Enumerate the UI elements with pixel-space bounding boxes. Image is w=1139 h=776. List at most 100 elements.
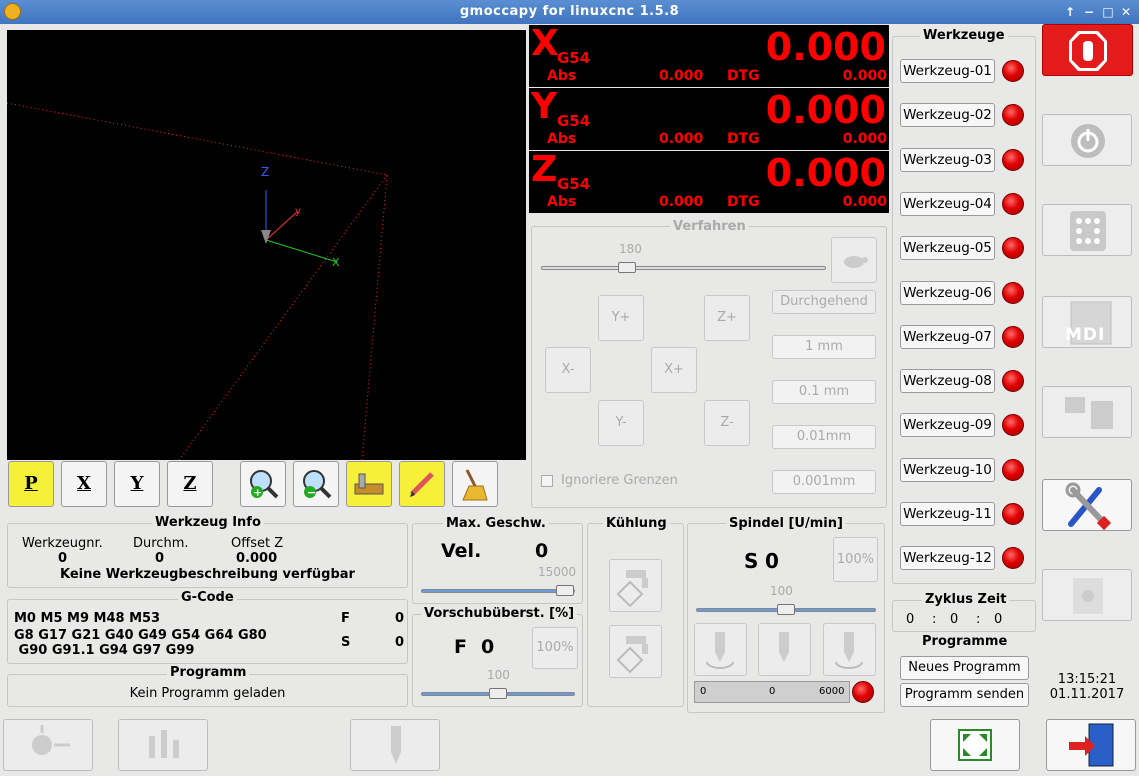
- user-tabs-icon: [1073, 578, 1103, 614]
- x-axis-line: [265, 239, 338, 263]
- cycle-title: Zyklus Zeit: [922, 592, 1010, 607]
- jog-z-plus-button[interactable]: Z+: [704, 295, 750, 341]
- dro-z[interactable]: Z G54 0.000 Abs 0.000 DTG 0.000: [529, 149, 889, 213]
- tool-button[interactable]: Werkzeug-09: [900, 413, 995, 438]
- increment-continuous[interactable]: Durchgehend: [772, 290, 876, 314]
- tool-change-button[interactable]: [350, 719, 440, 771]
- settings-button[interactable]: [1042, 479, 1132, 531]
- dro-coord-system: G54: [557, 112, 591, 130]
- tool-status-led: [1002, 325, 1024, 348]
- max-velocity-slider[interactable]: [421, 589, 575, 593]
- spindle-override-handle[interactable]: [777, 604, 795, 615]
- dro-dtg-label: DTG: [727, 68, 760, 84]
- spindle-scale-value: 100: [770, 584, 793, 598]
- jog-title: Verfahren: [670, 219, 749, 234]
- jog-z-minus-button[interactable]: Z-: [704, 400, 750, 446]
- tool-change-icon: [391, 726, 401, 764]
- spindle-at-speed-led: [852, 681, 874, 703]
- jog-x-minus-button[interactable]: X-: [545, 347, 591, 393]
- spindle-cw-button[interactable]: [823, 623, 876, 676]
- jog-x-plus-button[interactable]: X+: [651, 347, 697, 393]
- increment-0-001mm[interactable]: 0.001mm: [772, 470, 876, 494]
- tool-button[interactable]: Werkzeug-05: [900, 236, 995, 261]
- tool-status-led: [1002, 192, 1024, 215]
- close-icon[interactable]: ✕: [1119, 5, 1133, 19]
- view-x-icon: X: [77, 473, 91, 494]
- increment-0-01mm[interactable]: 0.01mm: [772, 425, 876, 449]
- increment-0-1mm[interactable]: 0.1 mm: [772, 380, 876, 404]
- feed-override-handle[interactable]: [489, 688, 507, 699]
- dimensions-button[interactable]: [346, 461, 392, 507]
- minimize-icon[interactable]: −: [1082, 5, 1096, 19]
- dro-axis-label: Z: [531, 149, 558, 190]
- view-p-button[interactable]: P: [8, 461, 54, 507]
- feed-override-title: Vorschubüberst. [%]: [421, 606, 578, 621]
- view-x-button[interactable]: X: [61, 461, 107, 507]
- tool-button[interactable]: Werkzeug-02: [900, 103, 995, 128]
- dro-abs-value: 0.000: [659, 68, 704, 84]
- spindle-speed-bar: 0 0 6000: [694, 681, 850, 703]
- program-title: Programm: [167, 665, 250, 680]
- tool-button[interactable]: Werkzeug-12: [900, 546, 995, 571]
- maximize-icon[interactable]: □: [1101, 5, 1115, 19]
- edit-pencil-icon: [410, 472, 434, 497]
- flood-button[interactable]: [609, 559, 662, 612]
- clear-button[interactable]: [452, 461, 498, 507]
- svg-text:+: +: [253, 486, 262, 499]
- tool-measure-button[interactable]: [118, 719, 208, 771]
- spindle-reset-button[interactable]: 100%: [833, 537, 878, 582]
- dro-y[interactable]: Y G54 0.000 Abs 0.000 DTG 0.000: [529, 86, 889, 150]
- zoom-out-button[interactable]: −: [293, 461, 339, 507]
- max-velocity-handle[interactable]: [555, 585, 574, 596]
- tool-button[interactable]: Werkzeug-01: [900, 59, 995, 83]
- manual-mode-button[interactable]: [1042, 204, 1132, 256]
- increment-1mm[interactable]: 1 mm: [772, 335, 876, 359]
- spindle-bar-min: 0: [700, 686, 707, 697]
- jog-y-minus-button[interactable]: Y-: [598, 400, 644, 446]
- mdi-mode-button[interactable]: MDI: [1042, 296, 1132, 348]
- tool-button[interactable]: Werkzeug-04: [900, 191, 995, 216]
- dro-x[interactable]: X G54 0.000 Abs 0.000 DTG 0.000: [529, 23, 889, 87]
- user-tabs-button[interactable]: [1042, 569, 1132, 621]
- exit-button[interactable]: [1046, 719, 1136, 771]
- view-y-button[interactable]: Y: [114, 461, 160, 507]
- tool-dia-value: 0: [155, 551, 165, 566]
- clock-time: 13:15:21: [1057, 672, 1117, 687]
- ignore-limits-checkbox[interactable]: [541, 475, 553, 487]
- spindle-ccw-button[interactable]: [694, 623, 747, 676]
- jog-speed-slider[interactable]: [541, 266, 826, 270]
- view-z-button[interactable]: Z: [167, 461, 213, 507]
- tool-button[interactable]: Werkzeug-07: [900, 324, 995, 349]
- dro-value: 0.000: [765, 88, 886, 132]
- tool-nr-label: Werkzeugnr.: [22, 536, 103, 551]
- zoom-in-button[interactable]: +: [240, 461, 286, 507]
- tool-offset-label: Offset Z: [231, 536, 284, 551]
- keep-above-icon[interactable]: ↑: [1063, 5, 1077, 19]
- jog-speed-value: 180: [619, 242, 642, 256]
- estop-button[interactable]: [1042, 24, 1133, 76]
- spindle-stop-button[interactable]: [758, 623, 811, 676]
- tool-button[interactable]: Werkzeug-06: [900, 280, 995, 305]
- touch-off-button[interactable]: [3, 719, 93, 771]
- tool-button[interactable]: Werkzeug-03: [900, 147, 995, 172]
- view-z-icon: Z: [183, 473, 197, 494]
- tool-button[interactable]: Werkzeug-10: [900, 457, 995, 482]
- tool-button[interactable]: Werkzeug-08: [900, 369, 995, 394]
- power-button[interactable]: [1042, 114, 1132, 166]
- send-program-button[interactable]: Programm senden: [900, 683, 1029, 707]
- feed-reset-button[interactable]: 100%: [532, 627, 578, 669]
- coolant-title: Kühlung: [603, 516, 670, 531]
- edit-button[interactable]: [399, 461, 445, 507]
- flood-coolant-icon: [616, 570, 648, 608]
- new-program-button[interactable]: Neues Programm: [900, 656, 1029, 680]
- gcode-preview[interactable]: Z X y: [6, 30, 526, 461]
- auto-mode-button[interactable]: [1042, 386, 1132, 438]
- mist-button[interactable]: [609, 625, 662, 678]
- jog-speed-handle[interactable]: [618, 262, 637, 273]
- jog-y-plus-button[interactable]: Y+: [598, 295, 644, 341]
- jog-rapid-button[interactable]: [831, 237, 877, 283]
- tool-button[interactable]: Werkzeug-11: [900, 502, 995, 526]
- perspective-view-icon: P: [24, 473, 38, 494]
- fullscreen-button[interactable]: [930, 719, 1020, 771]
- tool-status-led: [1002, 503, 1024, 525]
